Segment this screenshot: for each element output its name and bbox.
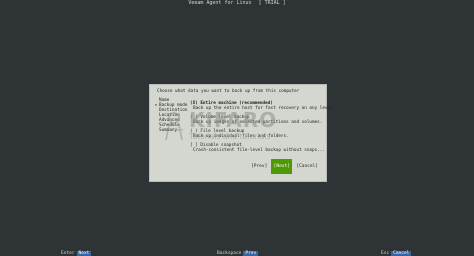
option-entire-machine-desc: Back up the entire host for fast recover… [193,106,336,111]
enter-label: Enter [61,251,75,256]
esc-key: Cancel [391,251,412,256]
app-title: Veeam Agent for Linux [188,0,252,6]
backspace-key: Prev [243,251,259,256]
backspace-label: Backspace [217,251,242,256]
enter-hint: Enter Next [61,251,92,256]
step-label: Summary [159,128,178,133]
backspace-hint: Backspace Prev [217,251,259,256]
dialog-button-row: [Prev] [Next] [Cancel] [250,159,319,174]
option-volume-level-desc: Back up images of selected partitions an… [193,120,323,125]
wizard-steps-sidebar: Name ▸Backup mode Destination Location A… [155,98,189,133]
footer-key-hints: Enter Next Backspace Prev Esc Cancel [0,251,474,256]
cancel-button[interactable]: [Cancel] [295,164,319,170]
esc-hint: Esc Cancel [381,251,412,256]
prev-button[interactable]: [Prev] [250,164,268,170]
license-badge: [ TRIAL ] [258,0,286,6]
enter-key: Next [76,251,92,256]
backup-mode-options: (X) Entire machine (recommended) Back up… [190,101,336,153]
disable-snapshot-desc: Crash-consistent file-level backup witho… [193,148,325,153]
top-title-bar: Veeam Agent for Linux [ TRIAL ] [0,0,474,8]
esc-label: Esc [381,251,390,256]
backup-job-dialog: Choose what data you want to back up fro… [149,84,336,182]
dialog-title: Choose what data you want to back up fro… [157,89,300,94]
wizard-step-summary[interactable]: Summary [155,128,189,133]
next-button[interactable]: [Next] [271,159,293,174]
